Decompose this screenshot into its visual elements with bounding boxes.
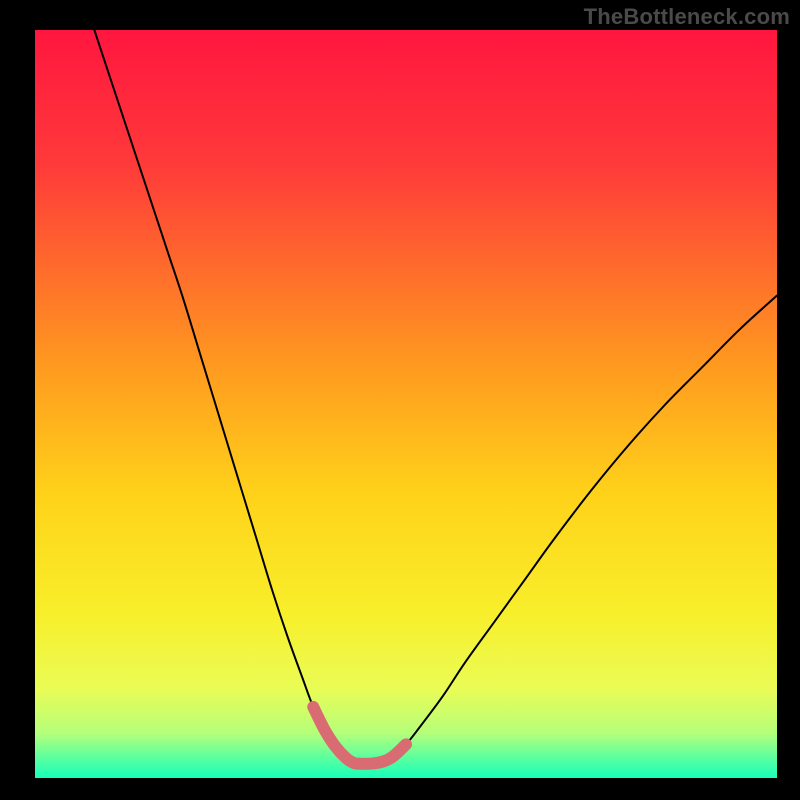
chart-container: TheBottleneck.com xyxy=(0,0,800,800)
chart-svg xyxy=(0,0,800,800)
watermark-text: TheBottleneck.com xyxy=(584,4,790,30)
